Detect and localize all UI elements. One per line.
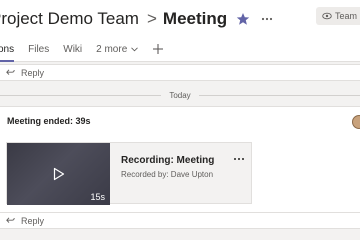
team-button[interactable]: Team [316,7,360,25]
meeting-message: Meeting ended: 39s 15s Recording: Meetin… [0,106,360,213]
meeting-ended-text: Meeting ended: 39s [7,116,91,126]
tab-posts[interactable]: tions [0,38,15,62]
tab-posts-label: tions [0,43,15,55]
team-button-label: Team [335,11,358,21]
play-icon[interactable] [53,167,65,181]
tab-files[interactable]: Files [28,38,49,60]
breadcrumb: Project Demo Team > Meeting [0,6,274,32]
eye-icon [322,12,332,20]
divider-line [198,94,360,96]
reply-label: Reply [21,67,45,78]
team-name[interactable]: Project Demo Team [0,9,139,29]
add-tab-button[interactable] [152,43,164,55]
recorded-by: Recorded by: Dave Upton [121,170,214,179]
star-icon[interactable] [236,12,250,26]
tab-files-label: Files [28,43,50,55]
reply-arrow-icon [6,69,15,75]
channel-tabs: tions Files Wiki 2 more [0,38,164,62]
reply-arrow-icon [6,217,15,223]
channel-name[interactable]: Meeting [163,9,227,29]
recording-title[interactable]: Recording: Meeting [121,155,214,166]
reply-button-top[interactable]: Reply [0,64,360,81]
more-icon[interactable] [233,156,245,162]
more-icon[interactable] [260,12,274,26]
chevron-down-icon [131,46,139,51]
tab-wiki[interactable]: Wiki [63,38,82,60]
reply-label: Reply [21,215,45,226]
avatar[interactable] [352,115,360,129]
date-divider: Today [0,88,360,102]
breadcrumb-separator: > [146,9,157,28]
tab-wiki-label: Wiki [63,43,83,55]
tab-more-label: 2 more [96,43,128,55]
plus-icon [153,44,164,54]
tab-more[interactable]: 2 more [96,38,139,60]
video-thumbnail[interactable]: 15s [7,143,110,205]
reply-button-bottom[interactable]: Reply [0,212,360,229]
video-duration: 15s [90,192,105,202]
date-label: Today [169,90,191,100]
divider-line [0,94,162,96]
channel-header: Project Demo Team > Meeting Team tions [0,0,360,62]
recording-card[interactable]: 15s Recording: Meeting Recorded by: Dave… [6,142,252,205]
